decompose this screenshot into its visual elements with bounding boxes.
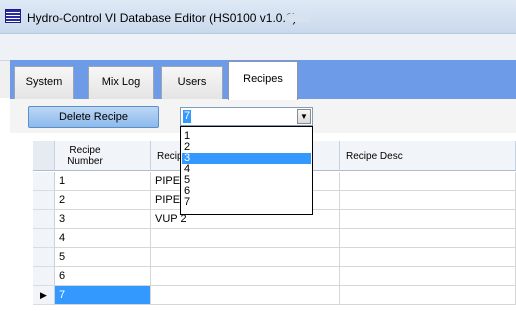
dropdown-option[interactable]: 3 [182, 153, 311, 164]
column-header-recipe-desc-label: Recipe Desc [346, 151, 403, 162]
column-header-recipe-number-label: Recipe Number [67, 145, 103, 167]
dropdown-option[interactable]: 5 [182, 175, 311, 186]
cell-recipe-number[interactable]: 7 [55, 286, 151, 305]
cell-recipe-desc[interactable] [340, 267, 516, 286]
tab-system[interactable]: System [14, 66, 74, 99]
cell-recipe-name[interactable] [151, 248, 340, 267]
row-header[interactable] [33, 172, 55, 191]
cell-recipe-desc[interactable] [340, 229, 516, 248]
cell-recipe-number[interactable]: 2 [55, 191, 151, 210]
row-header[interactable] [33, 229, 55, 248]
title-smudge [286, 14, 310, 22]
cell-recipe-desc[interactable] [340, 248, 516, 267]
cell-recipe-number[interactable]: 3 [55, 210, 151, 229]
chevron-down-icon[interactable]: ▼ [297, 109, 311, 124]
cell-recipe-desc[interactable] [340, 191, 516, 210]
title-bar: Hydro-Control VI Database Editor (HS0100… [0, 0, 516, 34]
grid-corner [33, 141, 55, 171]
cell-recipe-name[interactable] [151, 286, 340, 305]
row-header[interactable] [33, 191, 55, 210]
cell-recipe-number[interactable]: 6 [55, 267, 151, 286]
column-header-recipe-desc[interactable]: Recipe Desc [340, 141, 516, 171]
dropdown-option[interactable]: 6 [182, 186, 311, 197]
tab-recipes[interactable]: Recipes [228, 61, 298, 100]
recipe-select[interactable]: 7 ▼ [180, 107, 313, 126]
recipe-select-value: 7 [183, 110, 192, 123]
tab-users[interactable]: Users [161, 66, 223, 99]
cell-recipe-number[interactable]: 1 [55, 172, 151, 191]
dropdown-option[interactable]: 7 [182, 197, 311, 208]
row-header[interactable] [33, 248, 55, 267]
cell-recipe-name[interactable] [151, 267, 340, 286]
dropdown-option[interactable]: 1 [182, 131, 311, 142]
cell-recipe-desc[interactable] [340, 172, 516, 191]
cell-recipe-number[interactable]: 5 [55, 248, 151, 267]
row-pointer-icon[interactable]: ▶ [33, 286, 55, 305]
dropdown-option[interactable]: 2 [182, 142, 311, 153]
row-header[interactable] [33, 267, 55, 286]
dropdown-option[interactable]: 4 [182, 164, 311, 175]
row-header[interactable] [33, 210, 55, 229]
recipe-select-dropdown: 1234567 [180, 126, 313, 215]
cell-recipe-desc[interactable] [340, 210, 516, 229]
tab-mix-log[interactable]: Mix Log [88, 66, 154, 99]
menu-band [0, 34, 516, 60]
cell-recipe-name[interactable] [151, 229, 340, 248]
app-list-icon [5, 9, 21, 23]
window-title: Hydro-Control VI Database Editor (HS0100… [27, 11, 297, 25]
cell-recipe-number[interactable]: 4 [55, 229, 151, 248]
cell-recipe-desc[interactable] [340, 286, 516, 305]
delete-recipe-button[interactable]: Delete Recipe [28, 106, 159, 128]
column-header-recipe-number[interactable]: Recipe Number [55, 141, 151, 171]
